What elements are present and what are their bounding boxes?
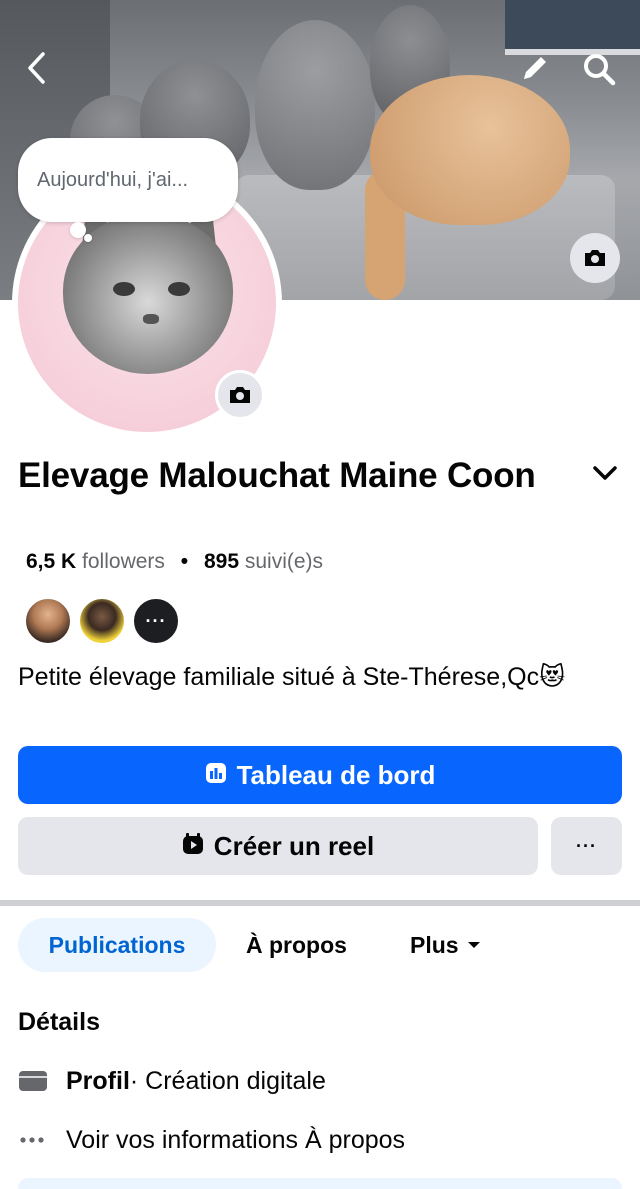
detail-see-about[interactable]: Voir vos informations À propos [18,1122,405,1158]
friend-avatar[interactable] [78,597,126,645]
cover-kitten [255,20,375,190]
profile-name: Elevage Malouchat Maine Coon [18,456,536,495]
details-title: Détails [18,1008,100,1036]
following-label[interactable]: suivi(e)s [245,550,323,573]
more-dots-icon [18,1135,66,1145]
back-icon[interactable] [18,48,54,88]
section-divider [0,900,640,906]
chevron-down-icon[interactable] [590,460,620,486]
more-options-button[interactable]: ··· [551,817,622,875]
following-count[interactable]: 895 [204,550,239,573]
friend-avatar[interactable] [24,597,72,645]
followers-label[interactable]: followers [82,550,165,573]
dashboard-label: Tableau de bord [236,759,436,790]
dashboard-button[interactable]: Tableau de bord [18,746,622,804]
avatar-cat-eye [168,282,190,296]
more-friends-icon[interactable]: ··· [132,597,180,645]
bio-emoji: 😻 [539,663,566,691]
profile-bio: Petite élevage familiale situé à Ste-Thé… [18,660,618,694]
dashboard-icon [205,760,227,791]
note-bubble-tail [84,234,92,242]
note-bubble[interactable]: Aujourd'hui, j'ai... [18,138,238,222]
pencil-icon[interactable] [515,48,555,88]
clapperboard-icon [18,1069,66,1093]
detail-profile-category: Profil · Création digitale [18,1063,326,1099]
detail-profile-text: · Création digitale [129,1066,326,1095]
followers-count[interactable]: 6,5 K [26,550,76,573]
tab-publications[interactable]: Publications [18,918,216,972]
profile-camera-icon[interactable] [215,370,265,420]
cover-camera-icon[interactable] [570,233,620,283]
stats-separator: • [180,550,189,573]
detail-see-about-text: Voir vos informations À propos [66,1125,406,1154]
avatar-cat-nose [143,314,159,324]
create-reel-button[interactable]: Créer un reel [18,817,538,875]
reel-icon [182,831,204,862]
create-reel-label: Créer un reel [213,830,375,861]
profile-stats: 6,5 K followers • 895 suivi(e)s [26,550,323,574]
avatar-cat-eye [113,282,135,296]
bio-text: Petite élevage familiale situé à Ste-Thé… [18,663,540,691]
bottom-card-edge [18,1178,622,1189]
tab-about[interactable]: À propos [246,918,347,972]
cover-door [505,0,640,55]
note-text: Aujourd'hui, j'ai... [37,168,189,191]
detail-profile-bold: Profil [66,1066,130,1095]
search-icon[interactable] [578,48,620,90]
tab-more[interactable]: Plus [410,918,481,972]
tab-more-label: Plus [410,931,459,958]
caret-down-icon [467,942,480,948]
cover-kitten-orange [370,75,570,225]
